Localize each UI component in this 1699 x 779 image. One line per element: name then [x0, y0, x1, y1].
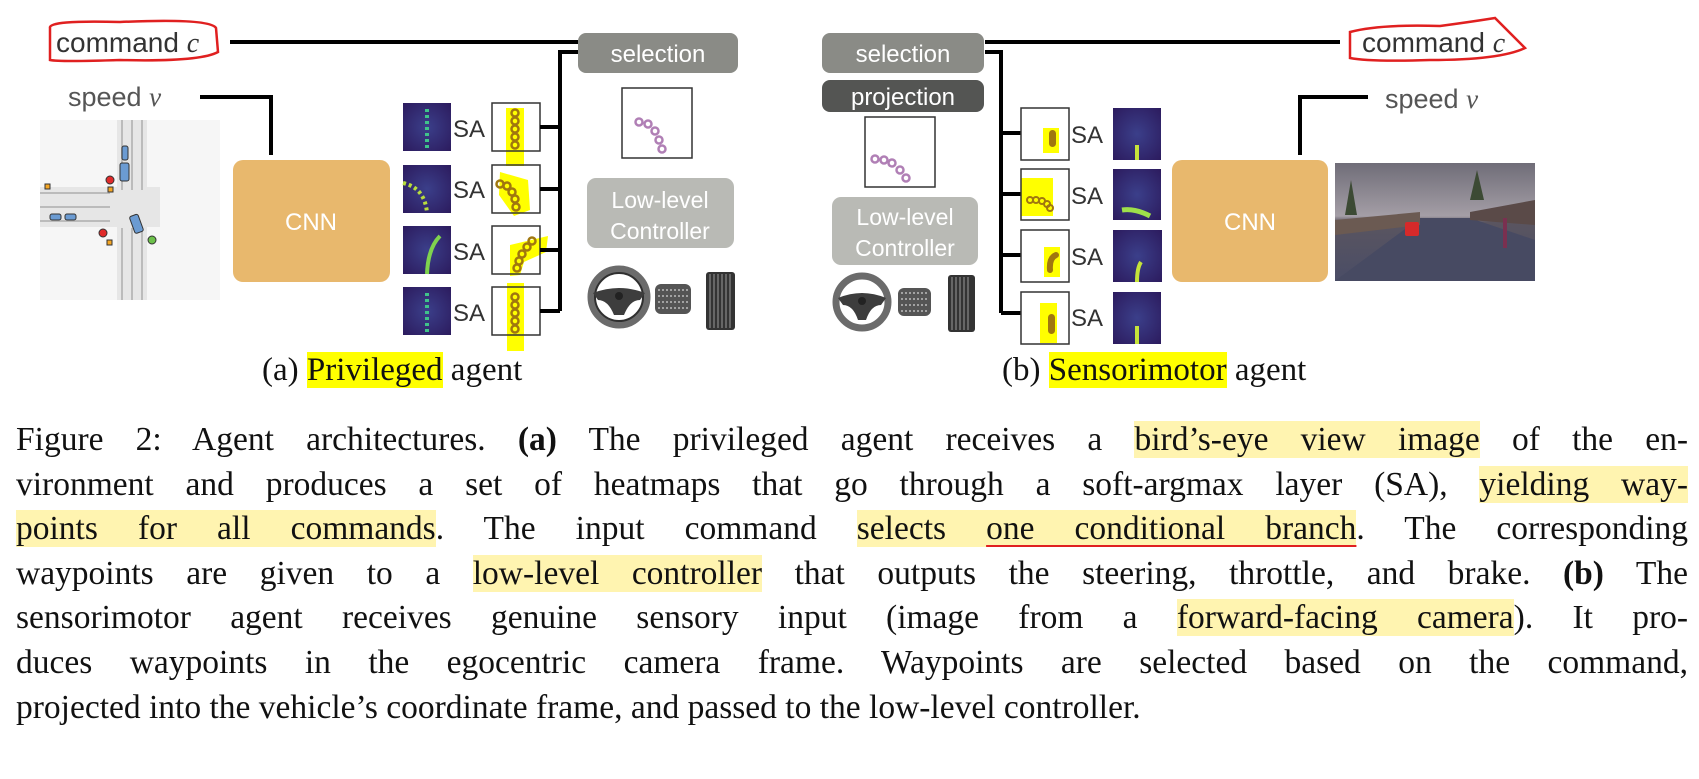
caption-line: projected into the vehicle’s coordinate …: [16, 686, 1688, 731]
highlighted-text: forward-facing camera: [1176, 599, 1514, 637]
selection-label: selection: [611, 41, 706, 68]
highlighted-text: points for all commands: [16, 510, 436, 548]
figure-caption: Figure 2: Agent architectures. (a) The p…: [16, 418, 1688, 730]
highlighted-text: selects: [856, 510, 987, 548]
caption-text: (b): [1563, 554, 1604, 592]
controller-label-line2: Controller: [855, 235, 955, 261]
caption-text: projected into the vehicle’s coordinate …: [16, 688, 1141, 726]
command-label: command c: [56, 27, 200, 59]
subcaption-suffix: agent: [1226, 352, 1307, 388]
sa-label: SA: [1071, 122, 1103, 149]
caption-line: sensorimotor agent receives genuine sens…: [16, 596, 1688, 641]
sa-label: SA: [1071, 244, 1103, 271]
architecture-figure: command c speed v CNN SA SA SA SA select…: [40, 16, 1535, 351]
cnn-label: CNN: [285, 209, 337, 236]
panel-b: selection projection Low-level Controlle…: [822, 16, 1535, 345]
caption-text: that outputs the steering, throttle, and…: [762, 554, 1564, 592]
caption-text: duces waypoints in the egocentric camera…: [16, 643, 1688, 681]
controller-label-line1: Low-level: [856, 204, 953, 230]
birds-eye-view-image: [40, 120, 220, 300]
subcaption-highlight: Privileged: [306, 352, 443, 388]
cnn-label: CNN: [1224, 209, 1276, 236]
heatmap-branches: SA SA SA SA: [402, 102, 548, 351]
subcaption-a: (a) Privileged agent: [262, 352, 522, 389]
panel-a: command c speed v CNN SA SA SA SA select…: [40, 19, 738, 351]
caption-text: sensorimotor agent receives genuine sens…: [16, 599, 1177, 637]
caption-line: points for all commands. The input comma…: [16, 507, 1688, 552]
caption-line: vironment and produces a set of heatmaps…: [16, 463, 1688, 508]
highlighted-text: yielding way-: [1479, 465, 1688, 503]
projection-label: projection: [851, 84, 955, 111]
sa-label: SA: [1071, 305, 1103, 332]
caption-line: waypoints are given to a low-level contr…: [16, 552, 1688, 597]
subcaption-suffix: agent: [442, 352, 523, 388]
speed-label: speed v: [68, 82, 161, 112]
heatmap-branches: SA SA SA SA: [1020, 107, 1162, 345]
selected-waypoints-box: [621, 87, 693, 159]
subcaption-prefix: (a): [262, 352, 307, 388]
steering-wheel-icon: [587, 265, 651, 329]
caption-text: . The corresponding: [1356, 510, 1689, 548]
camera-image: [1335, 163, 1535, 281]
subcaption-b: (b) Sensorimotor agent: [1002, 352, 1306, 389]
sa-label: SA: [1071, 183, 1103, 210]
controller-label-line2: Controller: [610, 218, 710, 244]
caption-text: of the en-: [1479, 421, 1688, 458]
highlighted-text: bird’s-eye view image: [1134, 421, 1480, 458]
sa-label: SA: [453, 300, 485, 327]
caption-text: . The input command: [435, 510, 857, 548]
selection-label: selection: [856, 41, 951, 68]
brake-pedal-icon: [898, 288, 931, 316]
caption-text: The privileged agent receives a: [556, 421, 1135, 458]
projected-waypoints-box: [864, 116, 936, 188]
speed-line: [1298, 95, 1368, 155]
throttle-pedal-icon: [706, 272, 735, 330]
command-label: command c: [1362, 27, 1506, 59]
caption-text: waypoints are given to a: [16, 554, 473, 592]
sa-label: SA: [453, 116, 485, 143]
branch-bus: [985, 50, 1021, 315]
subcaption-highlight: Sensorimotor: [1048, 352, 1227, 388]
caption-text: (a): [517, 421, 557, 458]
caption-text: ). It pro-: [1513, 599, 1689, 637]
highlighted-text: one conditional branch: [986, 510, 1357, 548]
caption-line: duces waypoints in the egocentric camera…: [16, 641, 1688, 686]
highlighted-text: low-level controller: [472, 554, 763, 592]
steering-wheel-icon: [832, 272, 892, 332]
heatmap: [403, 165, 451, 213]
sa-label: SA: [453, 239, 485, 266]
caption-text: vironment and produces a set of heatmaps…: [16, 465, 1480, 503]
speed-label: speed v: [1385, 84, 1478, 114]
subcaption-prefix: (b): [1002, 352, 1049, 388]
controller-label-line1: Low-level: [611, 187, 708, 213]
brake-pedal-icon: [655, 284, 691, 314]
throttle-pedal-icon: [948, 275, 975, 332]
caption-text: The: [1603, 554, 1689, 592]
sa-label: SA: [453, 177, 485, 204]
branch-bus: [540, 50, 578, 313]
caption-line: Figure 2: Agent architectures. (a) The p…: [16, 418, 1688, 463]
caption-text: Figure 2: Agent architectures.: [16, 421, 518, 458]
